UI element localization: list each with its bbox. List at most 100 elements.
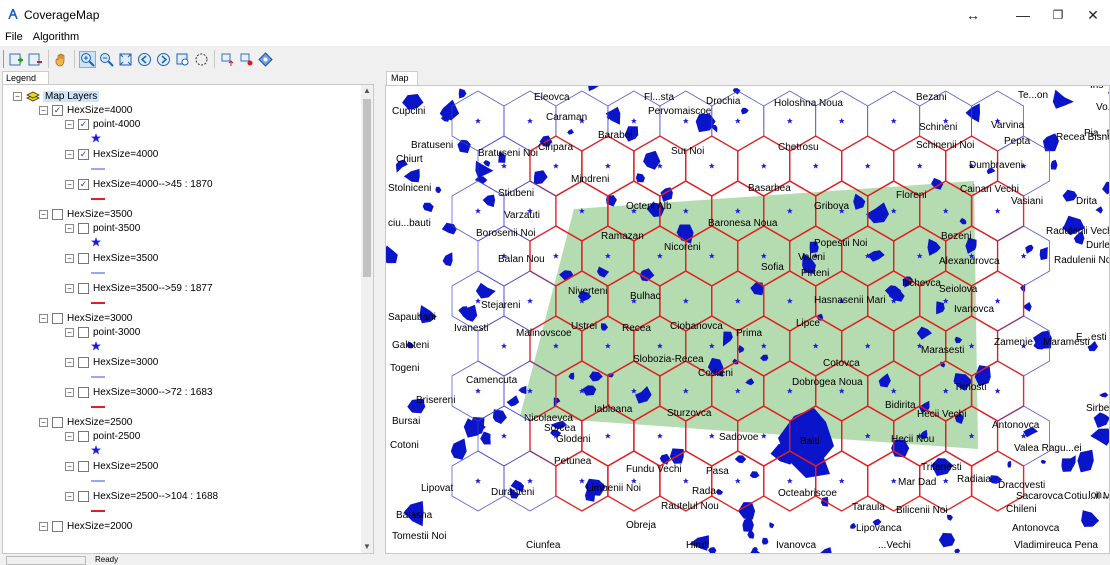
layer-checkbox[interactable] <box>78 430 89 442</box>
maximize-button[interactable]: ❐ <box>1043 5 1073 25</box>
layer-checkbox[interactable] <box>78 326 89 338</box>
diamond-icon[interactable] <box>257 51 274 68</box>
zoom-rect-icon[interactable] <box>174 51 191 68</box>
layer-checkbox[interactable]: ✓ <box>52 104 63 116</box>
layer-checkbox[interactable] <box>78 356 89 368</box>
layer-up-icon[interactable] <box>219 51 236 68</box>
tree-root-label: Map Layers <box>43 90 100 102</box>
scroll-down-icon[interactable]: ▼ <box>361 541 373 553</box>
layer-checkbox[interactable] <box>52 312 63 324</box>
layer-item[interactable]: − HexSize=3500-->59 : 1877 <box>65 281 213 295</box>
layer-checkbox[interactable] <box>78 386 89 398</box>
settlement-shape <box>457 139 471 154</box>
layer-item[interactable]: − HexSize=3500 <box>65 251 158 265</box>
forward-icon[interactable] <box>155 51 172 68</box>
expand-toggle-icon[interactable]: − <box>65 179 74 189</box>
scroll-up-icon[interactable]: ▲ <box>361 85 373 97</box>
expand-toggle-icon[interactable]: − <box>39 313 48 323</box>
scroll-thumb[interactable] <box>363 99 371 277</box>
layer-item[interactable]: − point-3500 <box>65 221 140 235</box>
layer-item-label: HexSize=3000 <box>93 356 159 368</box>
place-label: Trifanesti <box>921 462 962 473</box>
expand-toggle-icon[interactable]: − <box>65 283 74 293</box>
map-view[interactable]: Eleovca Fl...sta Drochia Holoshna NouaBezan… <box>386 86 1110 554</box>
hex-center-point <box>734 118 741 124</box>
layer-item[interactable]: − HexSize=3000-->72 : 1683 <box>65 385 213 399</box>
place-label: Stolniceni <box>388 183 431 194</box>
layer-checkbox[interactable]: ✓ <box>78 178 89 190</box>
expand-toggle-icon[interactable]: − <box>39 417 48 427</box>
place-label: Pepta <box>1004 136 1031 147</box>
layer-item[interactable]: − HexSize=2500-->104 : 1688 <box>65 489 218 503</box>
place-label: Bezeni <box>941 231 972 242</box>
layer-item[interactable]: − ✓ point-4000 <box>65 117 140 131</box>
map-canvas[interactable]: Eleovca Fl...sta Drochia Holoshna Noua Bezan… <box>385 85 1110 554</box>
expand-toggle-icon[interactable]: − <box>39 521 48 531</box>
place-label: Dumbraveni <box>969 160 1023 171</box>
minimize-button[interactable]: — <box>1008 5 1038 25</box>
expand-toggle-icon[interactable]: − <box>65 253 74 263</box>
settlement-shape <box>482 194 496 208</box>
tree-root[interactable]: − Map Layers <box>13 89 100 103</box>
layer-group-hexsize2500[interactable]: − HexSize=2500 <box>39 415 132 429</box>
layer-checkbox[interactable] <box>78 282 89 294</box>
layer-checkbox[interactable] <box>52 520 63 532</box>
layer-item[interactable]: − HexSize=3000 <box>65 355 158 369</box>
place-label: Pasa <box>706 466 729 477</box>
layer-checkbox[interactable] <box>78 490 89 502</box>
layer-checkbox[interactable] <box>78 460 89 472</box>
select-circle-icon[interactable] <box>193 51 210 68</box>
expand-toggle-icon[interactable]: − <box>39 209 48 219</box>
zoom-in-icon[interactable] <box>79 50 96 68</box>
resize-icon[interactable]: ↔ <box>958 5 988 25</box>
expand-toggle-icon[interactable]: − <box>65 461 74 471</box>
back-icon[interactable] <box>136 51 153 68</box>
layer-item[interactable]: − point-3000 <box>65 325 140 339</box>
layer-item[interactable]: − ✓ HexSize=4000 <box>65 147 158 161</box>
place-label: Eleovca <box>534 92 570 103</box>
layer-checkbox[interactable] <box>52 208 63 220</box>
expand-toggle-icon[interactable]: − <box>13 91 22 101</box>
pan-icon[interactable] <box>53 51 70 68</box>
place-label: Vasiani <box>1011 196 1043 207</box>
hex-center-point <box>838 118 845 124</box>
layer-group-hexsize2000[interactable]: − HexSize=2000 <box>39 519 132 533</box>
expand-toggle-icon[interactable]: − <box>65 387 74 397</box>
settlement-shape <box>1040 459 1047 464</box>
remove-layer-icon[interactable] <box>27 51 44 68</box>
expand-toggle-icon[interactable]: − <box>39 105 48 115</box>
layer-down-icon[interactable] <box>238 51 255 68</box>
layer-item-label: point-2500 <box>93 430 141 442</box>
close-button[interactable]: ✕ <box>1078 5 1108 25</box>
tab-legend[interactable]: Legend <box>2 71 49 85</box>
layer-checkbox[interactable] <box>78 222 89 234</box>
expand-toggle-icon[interactable]: − <box>65 149 74 159</box>
layer-item[interactable]: − ✓ HexSize=4000-->45 : 1870 <box>65 177 213 191</box>
layer-checkbox[interactable] <box>78 252 89 264</box>
layer-group-hexsize3500[interactable]: − HexSize=3500 <box>39 207 132 221</box>
settlement-shape <box>740 107 749 115</box>
place-label: Lipovanca <box>856 523 902 534</box>
hex-center-point <box>708 163 715 169</box>
legend-scrollbar[interactable]: ▲ ▼ <box>361 85 373 553</box>
expand-toggle-icon[interactable]: − <box>65 327 74 337</box>
layer-item[interactable]: − HexSize=2500 <box>65 459 158 473</box>
layer-checkbox[interactable]: ✓ <box>78 118 89 130</box>
menu-algorithm[interactable]: Algorithm <box>28 30 84 46</box>
add-layer-icon[interactable] <box>8 51 25 68</box>
tab-map[interactable]: Map <box>386 71 418 85</box>
expand-toggle-icon[interactable]: − <box>65 491 74 501</box>
result-line-symbol-icon <box>91 401 105 413</box>
layer-group-hexsize4000[interactable]: − ✓ HexSize=4000 <box>39 103 132 117</box>
expand-toggle-icon[interactable]: − <box>65 223 74 233</box>
layer-checkbox[interactable] <box>52 416 63 428</box>
menu-file[interactable]: File <box>0 30 28 46</box>
zoom-out-icon[interactable] <box>98 51 115 68</box>
layer-item[interactable]: − point-2500 <box>65 429 140 443</box>
expand-toggle-icon[interactable]: − <box>65 431 74 441</box>
expand-toggle-icon[interactable]: − <box>65 357 74 367</box>
expand-toggle-icon[interactable]: − <box>65 119 74 129</box>
layer-checkbox[interactable]: ✓ <box>78 148 89 160</box>
zoom-extent-icon[interactable] <box>117 51 134 68</box>
layer-group-hexsize3000[interactable]: − HexSize=3000 <box>39 311 132 325</box>
